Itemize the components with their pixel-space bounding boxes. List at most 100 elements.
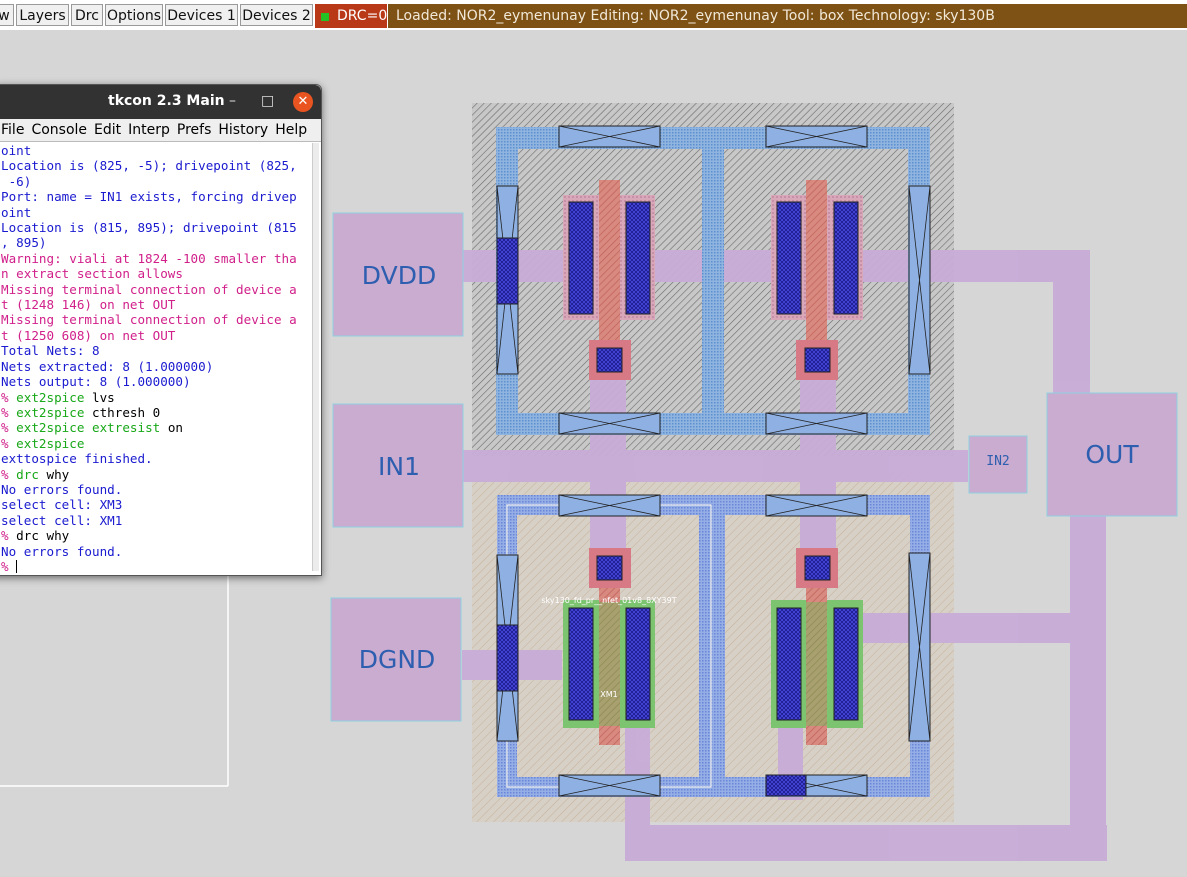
- tkcon-menu-console[interactable]: Console: [31, 122, 87, 138]
- pin-out[interactable]: OUT: [1046, 392, 1178, 517]
- tkcon-menu-interp[interactable]: Interp: [128, 122, 170, 138]
- console-line: Location is (815, 895); drivepoint (815: [1, 220, 311, 235]
- menu-button-options[interactable]: Options: [105, 4, 163, 26]
- menu-button-devices-1[interactable]: Devices 1: [165, 4, 238, 26]
- console-prompt: %: [1, 528, 17, 544]
- console-line: % drc why: [1, 467, 311, 482]
- console-text: , 895): [1, 235, 47, 251]
- menu-button-devices-2[interactable]: Devices 2: [240, 4, 313, 26]
- console-prompt: %: [1, 435, 17, 451]
- pin-dgnd[interactable]: DGND: [330, 597, 462, 722]
- console-line: Nets output: 8 (1.000000): [1, 374, 311, 389]
- console-prompt: %: [1, 389, 17, 405]
- console-line: t (1250 608) on net OUT: [1, 328, 311, 343]
- console-prompt: %: [1, 466, 17, 482]
- tkcon-title: tkcon 2.3 Main: [108, 93, 225, 109]
- magic-menubar: w Layers Drc Options Devices 1 Devices 2…: [0, 0, 1187, 31]
- tkcon-menu-edit[interactable]: Edit: [94, 122, 121, 138]
- console-line: t (1248 146) on net OUT: [1, 297, 311, 312]
- console-argument: lvs: [84, 389, 115, 405]
- tkcon-menu-file[interactable]: File: [1, 122, 24, 138]
- console-text: Warning: viali at 1824 -100 smaller tha: [1, 250, 297, 266]
- console-text: Nets output: 8 (1.000000): [1, 374, 191, 390]
- console-line: % ext2spice: [1, 436, 311, 451]
- tkcon-menu-history[interactable]: History: [218, 122, 268, 138]
- console-text: exttospice finished.: [1, 451, 153, 467]
- instance-label: XM1: [600, 690, 617, 699]
- console-command: ext2spice: [16, 389, 85, 405]
- console-text: oint: [1, 204, 32, 220]
- menu-button-drc[interactable]: Drc: [71, 4, 103, 26]
- drc-status-dot-icon: [321, 13, 329, 21]
- tkcon-menu-help[interactable]: Help: [275, 122, 307, 138]
- drc-count-label: DRC=0: [337, 8, 388, 24]
- console-line: Nets extracted: 8 (1.000000): [1, 359, 311, 374]
- tkcon-console-output[interactable]: oint Location is (825, -5); drivepoint (8…: [1, 143, 311, 575]
- pin-label-out: OUT: [1085, 440, 1139, 469]
- close-icon[interactable]: ✕: [293, 92, 313, 112]
- pin-dvdd[interactable]: DVDD: [332, 212, 464, 337]
- text-cursor: [16, 559, 18, 573]
- menu-button-window[interactable]: w: [0, 4, 14, 26]
- console-line: Missing terminal connection of device a: [1, 312, 311, 327]
- menu-button-layers[interactable]: Layers: [16, 4, 69, 26]
- console-text: No errors found.: [1, 481, 123, 497]
- console-line: Total Nets: 8: [1, 343, 311, 358]
- console-command: ext2spice extresist: [16, 420, 161, 436]
- console-prompt: %: [1, 558, 17, 574]
- console-line: n extract section allows: [1, 266, 311, 281]
- console-text: t (1248 146) on net OUT: [1, 297, 176, 313]
- console-line: select cell: XM3: [1, 497, 311, 512]
- console-argument: drc why: [16, 528, 70, 544]
- pin-label-dvdd: DVDD: [362, 261, 436, 290]
- console-text: No errors found.: [1, 543, 123, 559]
- tkcon-window[interactable]: tkcon 2.3 Main – □ ✕ File Console Edit Inte…: [0, 84, 322, 576]
- minimize-icon[interactable]: –: [229, 93, 236, 109]
- console-command: ext2spice: [16, 404, 85, 420]
- console-line: -6): [1, 174, 311, 189]
- pin-in1[interactable]: IN1: [332, 403, 464, 528]
- console-text: select cell: XM3: [1, 497, 123, 513]
- console-text: t (1250 608) on net OUT: [1, 327, 176, 343]
- console-line: Location is (825, -5); drivepoint (825,: [1, 158, 311, 173]
- pin-in2[interactable]: IN2: [968, 435, 1028, 494]
- tkcon-scrollbar[interactable]: [312, 143, 319, 571]
- console-line: %: [1, 559, 311, 574]
- console-text: Nets extracted: 8 (1.000000): [1, 358, 214, 374]
- pin-label-in2: IN2: [986, 454, 1009, 469]
- tkcon-menubar: File Console Edit Interp Prefs History Help: [0, 119, 321, 142]
- console-line: No errors found.: [1, 544, 311, 559]
- console-text: Location is (825, -5); drivepoint (825,: [1, 158, 297, 174]
- console-line: % ext2spice extresist on: [1, 420, 311, 435]
- console-line: exttospice finished.: [1, 451, 311, 466]
- pin-label-dgnd: DGND: [359, 645, 436, 674]
- console-line: oint: [1, 143, 311, 158]
- tkcon-titlebar[interactable]: tkcon 2.3 Main – □ ✕: [0, 85, 321, 119]
- console-line: select cell: XM1: [1, 513, 311, 528]
- console-line: oint: [1, 205, 311, 220]
- console-text: Missing terminal connection of device a: [1, 312, 297, 328]
- console-text: Port: name = IN1 exists, forcing drivep: [1, 189, 297, 205]
- pin-label-in1: IN1: [378, 452, 420, 481]
- console-argument: on: [160, 420, 183, 436]
- drc-status-indicator[interactable]: DRC=0: [315, 4, 387, 28]
- console-line: , 895): [1, 235, 311, 250]
- status-bar: Loaded: NOR2_eymenunay Editing: NOR2_eym…: [388, 4, 1187, 28]
- console-prompt: %: [1, 420, 17, 436]
- console-argument: cthresh 0: [84, 404, 161, 420]
- console-argument: why: [38, 466, 70, 482]
- maximize-icon[interactable]: □: [261, 93, 274, 109]
- console-command: drc: [16, 466, 39, 482]
- console-text: Location is (815, 895); drivepoint (815: [1, 220, 297, 236]
- console-line: % ext2spice cthresh 0: [1, 405, 311, 420]
- console-text: oint: [1, 143, 32, 158]
- console-line: Warning: viali at 1824 -100 smaller tha: [1, 251, 311, 266]
- console-line: No errors found.: [1, 482, 311, 497]
- console-text: n extract section allows: [1, 266, 183, 282]
- console-text: -6): [1, 173, 32, 189]
- tkcon-menu-prefs[interactable]: Prefs: [177, 122, 211, 138]
- console-line: % ext2spice lvs: [1, 390, 311, 405]
- console-line: Missing terminal connection of device a: [1, 282, 311, 297]
- console-line: Port: name = IN1 exists, forcing drivep: [1, 189, 311, 204]
- console-text: Missing terminal connection of device a: [1, 281, 297, 297]
